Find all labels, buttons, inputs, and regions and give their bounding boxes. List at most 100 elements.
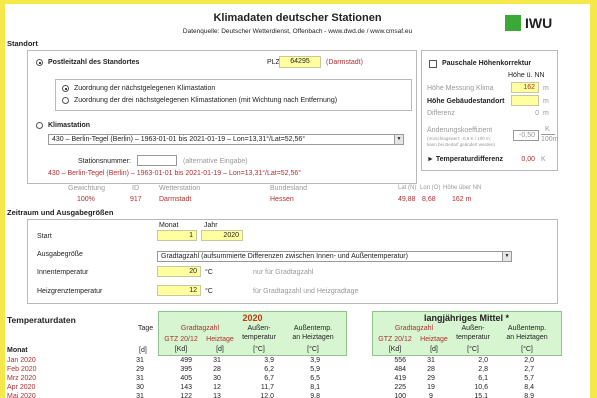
ausgabe-select[interactable]: Gradtagzahl (aufsummierte Differenzen zw… (157, 251, 512, 262)
innen-label: Innentemperatur (37, 269, 89, 276)
mittel-unit-kd: [Kd] (388, 346, 402, 353)
row-mittel-value: 2,8 (478, 366, 488, 373)
start-label: Start (37, 233, 52, 240)
wichtung-header-lon: Lon (O) (420, 185, 441, 191)
row-year-value: 30 (213, 375, 221, 382)
radio-klimastation-label: Klimastation (48, 122, 91, 129)
wichtung-bundesland: Hessen (270, 196, 294, 203)
wichtung-header-hoehe: Höhe über NN (443, 185, 482, 191)
row-year-value: 395 (180, 366, 192, 373)
row-year-value: 3,9 (264, 357, 274, 364)
row-mittel-value: 31 (427, 357, 435, 364)
wichtung-gewichtung: 100% (77, 196, 95, 203)
messung-value: 162 (511, 82, 539, 93)
row-year-value: 3,9 (310, 357, 320, 364)
row-year-value: 6,7 (264, 375, 274, 382)
mittel-unit-d: [d] (430, 346, 438, 353)
wichtung-hoehe: 162 m (452, 196, 472, 203)
row-monat: Mrz 2020 (7, 375, 37, 382)
ausgabe-label: Ausgabegröße (37, 251, 83, 258)
start-monat-input[interactable]: 1 (157, 230, 197, 241)
mittel-heiztage-label: Heiztage (420, 336, 448, 343)
mittel-unit-c2: [°C] (521, 346, 533, 353)
stationsnummer-hint: (alternative Eingabe) (183, 158, 248, 165)
row-year-value: 8,1 (310, 384, 320, 391)
gebaeude-label: Höhe Gebäudestandort (427, 98, 505, 105)
mittel-aussen-heiz-2: an Heiztagen (506, 334, 548, 341)
plz-input[interactable]: 64295 (279, 56, 321, 68)
row-mittel-value: 9 (429, 393, 433, 398)
row-year-value: 12 (213, 384, 221, 391)
row-mittel-value: 15,1 (474, 393, 488, 398)
year-unit-c2: [°C] (307, 346, 319, 353)
gebaeude-input[interactable] (511, 95, 539, 106)
stationsnummer-input[interactable] (137, 155, 177, 166)
wichtung-header-gewichtung: Gewichtung (68, 185, 105, 192)
tempdiff-value: 0,00 (521, 156, 535, 163)
wichtung-station: Darmstadt (159, 196, 192, 203)
innen-input[interactable]: 20 (157, 266, 201, 277)
mittel-aussen-heiz-1: Außentemp. (507, 325, 547, 332)
station-select[interactable]: 430 – Berlin-Tegel (Berlin) – 1963-01-01… (48, 134, 404, 145)
differenz-value: 0 (535, 110, 539, 117)
year-gradtagzahl-label: Gradtagzahl (180, 325, 220, 332)
heizgrenz-unit: °C (205, 288, 213, 295)
row-year-value: 9,8 (310, 393, 320, 398)
innen-hint: nur für Gradtagzahl (253, 269, 314, 276)
section-zeitraum: Zeitraum und Ausgabegrößen (7, 208, 114, 217)
wichtung-header-lat: Lat (N) (398, 185, 417, 191)
row-mittel-value: 5,7 (524, 375, 534, 382)
row-year-value: 499 (180, 357, 192, 364)
row-mittel-value: 8,9 (524, 393, 534, 398)
radio-near-one[interactable] (62, 85, 69, 92)
row-mittel-value: 8,4 (524, 384, 534, 391)
row-monat: Feb 2020 (7, 366, 37, 373)
row-tage: 31 (136, 393, 144, 398)
monat-col-label: Monat (159, 222, 179, 229)
radio-plz[interactable] (36, 59, 43, 66)
row-tage: 31 (136, 375, 144, 382)
row-year-value: 11,7 (260, 384, 274, 391)
hoehenkorrektur-checkbox[interactable] (429, 60, 437, 68)
row-mittel-value: 19 (427, 384, 435, 391)
messung-label: Höhe Messung Klima (427, 85, 494, 92)
chevron-down-icon[interactable]: ▼ (394, 135, 403, 144)
start-jahr-input[interactable]: 2020 (201, 230, 243, 241)
koeff-input[interactable]: -0,50 (513, 130, 539, 141)
row-tage: 31 (136, 357, 144, 364)
radio-near-three-label: Zuordnung der drei nächstgelegenen Klima… (74, 97, 338, 104)
row-mittel-value: 28 (427, 366, 435, 373)
radio-near-three[interactable] (62, 97, 69, 104)
row-tage: 29 (136, 366, 144, 373)
row-monat: Apr 2020 (7, 384, 36, 391)
wichtung-lon: 8,68 (422, 196, 436, 203)
row-mittel-value: 484 (394, 366, 406, 373)
wichtung-header-bundesland: Bundesland (270, 185, 307, 192)
row-tage: 30 (136, 384, 144, 391)
hoehenkorrektur-label: Pauschale Höhenkorrektur (442, 60, 532, 67)
row-year-value: 12,0 (260, 393, 274, 398)
radio-klimastation[interactable] (36, 122, 43, 129)
wichtung-lat: 49,88 (398, 196, 416, 203)
year-unit-d: [d] (216, 346, 224, 353)
row-year-value: 6,2 (264, 366, 274, 373)
stationsnummer-label: Stationsnummer: (78, 158, 131, 165)
wichtung-header-station: Wetterstation (159, 185, 201, 192)
heizgrenz-hint: für Gradtagzahl und Heizgradtage (253, 288, 359, 295)
row-year-value: 5,9 (310, 366, 320, 373)
heizgrenz-input[interactable]: 12 (157, 285, 201, 296)
row-year-value: 405 (180, 375, 192, 382)
row-mittel-value: 6,1 (478, 375, 488, 382)
section-standort: Standort (7, 39, 38, 48)
koeff-unit-bottom: 100m (541, 136, 559, 143)
year-aussen-heiz-1: Außentemp. (293, 325, 333, 332)
logo-text: IWU (525, 15, 553, 31)
mittel-aussen-temp-1: Außen- (461, 325, 485, 332)
table-heading: Temperaturdaten (7, 315, 76, 325)
mittel-title: langjähriges Mittel * (423, 313, 510, 323)
row-mittel-value: 419 (394, 375, 406, 382)
wichtung-header-id: ID (132, 185, 139, 192)
row-monat: Jan 2020 (7, 357, 36, 364)
chevron-down-icon[interactable]: ▼ (502, 252, 511, 261)
tage-col-label: Tage (138, 325, 154, 332)
